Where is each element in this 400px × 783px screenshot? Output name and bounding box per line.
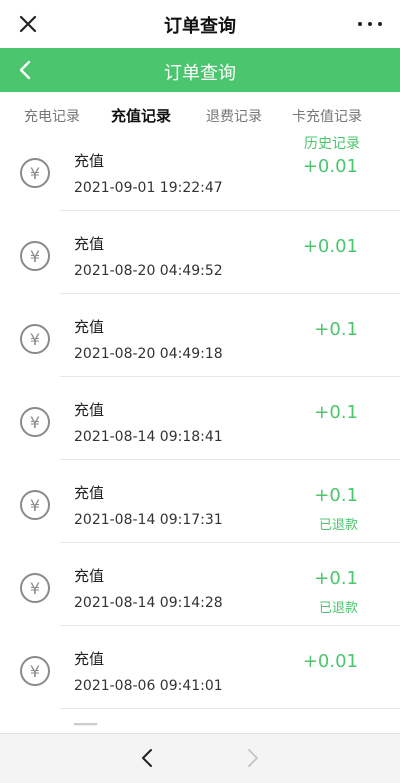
history-records-link[interactable]: 历史记录 xyxy=(304,133,360,153)
record-time: 2021-08-14 09:18:41 xyxy=(74,429,223,445)
tab-label: 充值记录 xyxy=(111,107,172,125)
record-time: 2021-08-06 09:41:01 xyxy=(74,678,223,694)
more-dot xyxy=(378,22,382,26)
record-title: 充值 xyxy=(74,152,105,170)
record-amount: +0.1 xyxy=(314,568,358,589)
record-amount: +0.01 xyxy=(302,651,358,672)
list-item[interactable]: ¥ 充值 2021-08-20 04:49:18 +0.1 xyxy=(0,294,400,377)
record-amount: +0.1 xyxy=(314,319,358,340)
record-time: 2021-08-20 04:49:52 xyxy=(74,263,223,279)
list-item[interactable]: ¥ 充值 2021-08-14 09:17:31 +0.1 已退款 xyxy=(0,460,400,543)
tab-refund-records[interactable]: 退费记录 xyxy=(206,106,262,126)
page-title: 订单查询 xyxy=(164,63,236,84)
status-badge: 已退款 xyxy=(318,601,358,616)
list-item[interactable]: ¥ 充值 2021-08-14 09:14:28 +0.1 已退款 xyxy=(0,543,400,626)
record-amount: +0.1 xyxy=(314,485,358,506)
more-icon[interactable] xyxy=(358,16,382,32)
tab-charging-records[interactable]: 充电记录 xyxy=(24,106,80,126)
yen-icon: ¥ xyxy=(20,158,50,188)
list-item[interactable]: ¥ 充值 2021-08-20 04:49:52 +0.01 xyxy=(0,211,400,294)
top-title-bar: 订单查询 xyxy=(0,0,400,48)
record-title: 充值 xyxy=(74,235,105,253)
record-time: 2021-09-01 19:22:47 xyxy=(74,180,223,196)
yen-icon: ¥ xyxy=(20,324,50,354)
window-title: 订单查询 xyxy=(164,16,236,37)
record-title: 充值 xyxy=(74,401,105,419)
yen-icon: ¥ xyxy=(20,573,50,603)
status-badge: 已退款 xyxy=(318,518,358,533)
record-time: 2021-08-20 04:49:18 xyxy=(74,346,223,362)
tab-card-recharge-records[interactable]: 卡充值记录 xyxy=(292,106,362,126)
list-item[interactable]: ¥ 充值 2021-08-06 09:41:01 +0.01 xyxy=(0,626,400,709)
record-amount: +0.01 xyxy=(302,156,358,177)
record-title: 充值 xyxy=(74,650,105,668)
record-amount: +0.01 xyxy=(302,236,358,257)
record-amount: +0.1 xyxy=(314,402,358,423)
record-title: 充值 xyxy=(74,484,105,502)
record-time: 2021-08-14 09:14:28 xyxy=(74,595,223,611)
bottom-navigation xyxy=(0,733,400,783)
list-item-partial: ▔▔ xyxy=(0,709,400,735)
yen-icon: ¥ xyxy=(20,656,50,686)
record-title: 充值 xyxy=(74,567,105,585)
record-title: 充值 xyxy=(74,318,105,336)
more-dot xyxy=(368,22,372,26)
chevron-right-icon[interactable] xyxy=(240,746,264,770)
chevron-left-icon[interactable] xyxy=(136,746,160,770)
yen-icon: ¥ xyxy=(20,490,50,520)
green-header: 订单查询 xyxy=(0,48,400,92)
yen-icon: ¥ xyxy=(20,407,50,437)
more-dot xyxy=(358,22,362,26)
tab-recharge-records[interactable]: 充值记录 xyxy=(111,105,172,134)
record-time: 2021-08-14 09:17:31 xyxy=(74,512,223,528)
tab-bar: 充电记录 充值记录 退费记录 卡充值记录 xyxy=(0,92,400,134)
list-item[interactable]: ¥ 充值 2021-08-14 09:18:41 +0.1 xyxy=(0,377,400,460)
records-list: ¥ 充值 2021-09-01 19:22:47 +0.01 ¥ 充值 2021… xyxy=(0,128,400,709)
yen-icon: ¥ xyxy=(20,241,50,271)
